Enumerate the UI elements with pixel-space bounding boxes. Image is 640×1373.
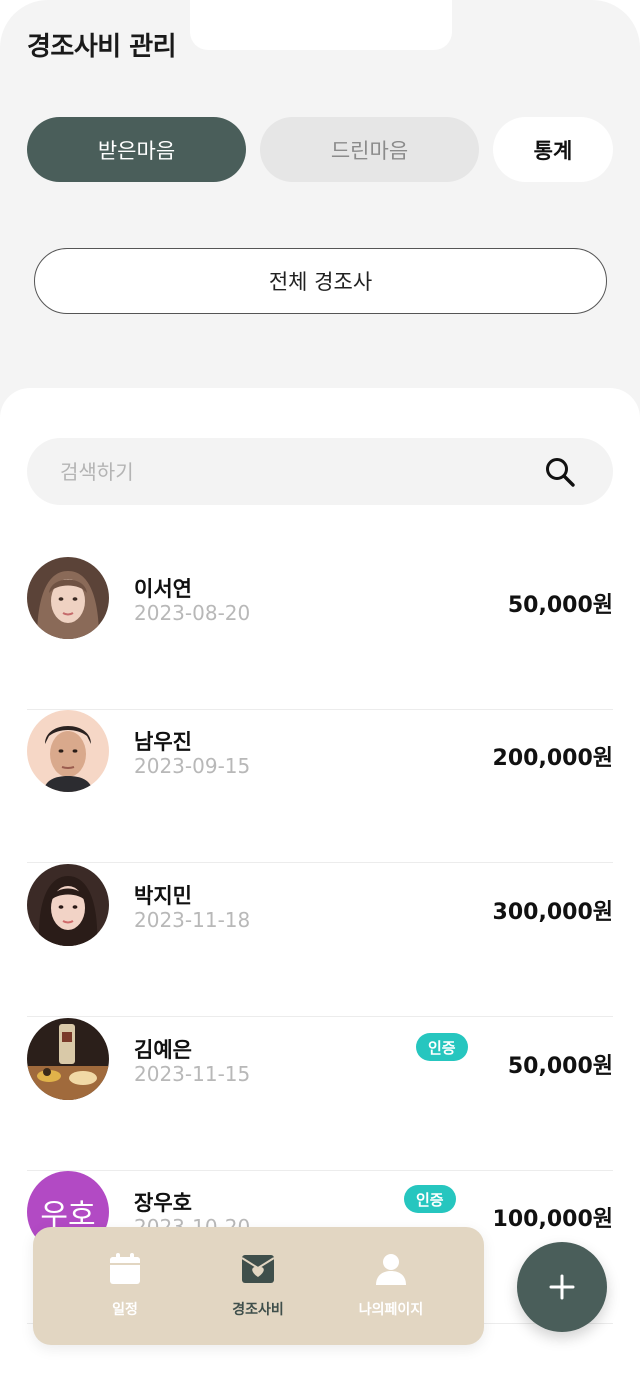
nav-expenses[interactable]: 경조사비 [188,1227,328,1345]
page-title: 경조사비 관리 [27,32,177,62]
avatar [27,864,109,946]
entry-amount: 50,000원 [507,593,613,618]
list-item[interactable]: 남우진 2023-09-15 200,000원 [27,710,613,863]
nav-schedule-label: 일정 [112,1302,138,1318]
entry-date: 2023-11-15 [134,1062,251,1086]
plus-icon [549,1274,575,1300]
bottom-nav: 일정 경조사비 나의페이지 [33,1227,484,1345]
verified-badge: 인증 [416,1033,468,1061]
entry-amount: 300,000원 [492,900,613,925]
entry-name: 박지민 [134,884,192,908]
search-input[interactable] [60,438,520,505]
entry-date: 2023-09-15 [134,754,251,778]
event-type-select-label: 전체 경조사 [268,270,373,294]
entry-amount: 50,000원 [507,1054,613,1079]
heart-mail-icon [241,1255,275,1283]
entry-name: 이서연 [134,577,192,601]
search-icon[interactable] [543,455,577,489]
tab-received[interactable]: 받은마음 [27,117,246,182]
list-item[interactable]: 박지민 2023-11-18 300,000원 [27,864,613,1017]
calendar-icon [110,1253,140,1284]
entry-amount: 100,000원 [492,1207,613,1232]
list-item[interactable]: 이서연 2023-08-20 50,000원 [27,557,613,710]
entry-name: 김예은 [134,1038,192,1062]
nav-schedule[interactable]: 일정 [55,1227,195,1345]
tab-given[interactable]: 드린마음 [260,117,479,182]
nav-mypage[interactable]: 나의페이지 [321,1227,461,1345]
header-area [0,0,640,430]
entry-name: 남우진 [134,730,192,754]
search-bar [27,438,613,505]
event-type-select[interactable]: 전체 경조사 [34,248,607,314]
add-entry-button[interactable] [517,1242,607,1332]
device-notch [190,0,452,50]
entry-name: 장우호 [134,1191,192,1215]
avatar [27,557,109,639]
verified-badge: 인증 [404,1185,456,1213]
avatar [27,710,109,792]
nav-expenses-label: 경조사비 [232,1302,284,1318]
entry-date: 2023-11-18 [134,908,251,932]
person-icon [376,1254,406,1285]
entry-amount: 200,000원 [492,746,613,771]
nav-mypage-label: 나의페이지 [358,1302,424,1318]
list-item[interactable]: 김예은 2023-11-15 인증 50,000원 [27,1018,613,1171]
stats-button[interactable]: 통계 [493,117,613,182]
entry-date: 2023-08-20 [134,601,251,625]
avatar [27,1018,109,1100]
